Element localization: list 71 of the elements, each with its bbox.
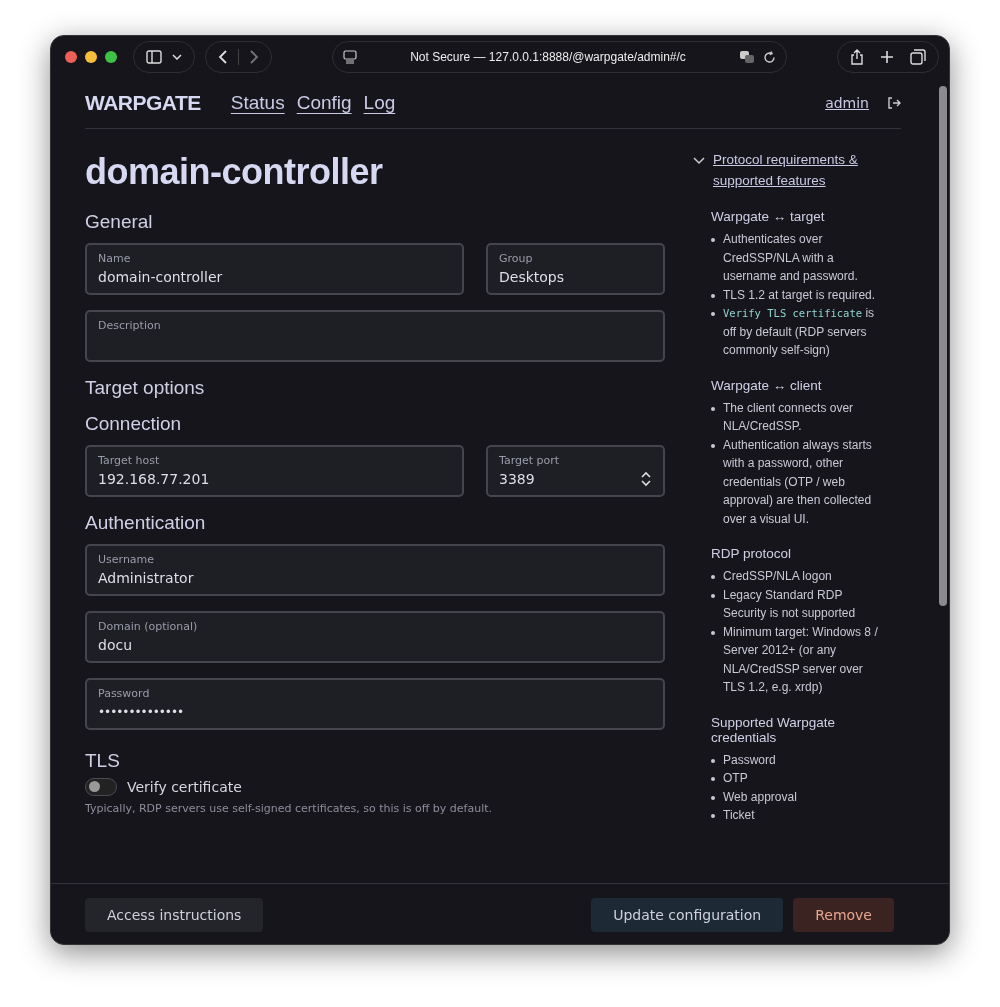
page-title: domain-controller — [85, 151, 384, 193]
bullet-icon — [711, 238, 715, 242]
group-heading: Supported Warpgate credentials — [711, 714, 837, 745]
nav-link[interactable]: Status — [230, 92, 285, 114]
list-item: Password — [723, 751, 776, 769]
tabs-icon[interactable] — [910, 49, 926, 65]
input-field[interactable]: Group Desktops — [486, 243, 665, 295]
logout-icon[interactable] — [887, 97, 901, 109]
input-field[interactable]: Target port 3389 — [486, 445, 665, 497]
reload-icon[interactable] — [763, 50, 776, 64]
bullet-icon — [711, 293, 715, 298]
list-item: OTP — [723, 770, 748, 787]
section-heading: General — [85, 211, 154, 233]
group-heading: Warpgate ↔ target — [711, 209, 826, 224]
group-heading: Warpgate ↔ client — [711, 377, 823, 393]
nav-link[interactable]: Config — [296, 92, 352, 114]
spinner-arrows-icon[interactable] — [640, 470, 652, 488]
bullet-icon — [711, 630, 715, 635]
action-button[interactable]: Access instructions — [85, 898, 264, 932]
list-item: TLS 1.2 at target is required. — [723, 286, 876, 304]
bullet-icon — [711, 575, 715, 579]
bullet-icon — [711, 406, 715, 411]
bullet-icon — [711, 777, 715, 781]
bullet-icon — [711, 443, 715, 448]
bullet-icon — [711, 814, 715, 818]
list-item: CredSSP/NLA logon — [723, 568, 832, 585]
toggle-switch[interactable] — [85, 778, 117, 796]
section-heading: Authentication — [85, 512, 207, 534]
bullet-icon — [711, 795, 715, 800]
section-heading: TLS — [85, 750, 121, 772]
translate-icon[interactable] — [739, 50, 755, 64]
toggle-label: Verify certificate — [127, 779, 242, 795]
back-icon[interactable] — [218, 50, 228, 64]
list-item: Legacy Standard RDP Security is not supported — [723, 586, 857, 622]
zoom-window-icon[interactable] — [105, 51, 117, 63]
plus-icon[interactable] — [880, 50, 894, 64]
input-field[interactable]: Username Administrator — [85, 544, 665, 596]
logo[interactable]: WARPGATE — [85, 91, 201, 115]
input-field[interactable]: Password •••••••••••••• — [85, 678, 665, 730]
action-button[interactable]: Update configuration — [591, 898, 784, 932]
sidebar-icon — [146, 50, 162, 64]
list-item: Verify TLS certificate is off by default (RDP servers commonly self-sign) — [723, 305, 876, 359]
input-field[interactable]: Name domain-controller — [85, 243, 464, 295]
list-item: Web approval — [723, 788, 797, 806]
share-icon[interactable] — [850, 49, 864, 65]
hint-text: Typically, RDP servers use self-signed certificates, so this is off by default. — [85, 802, 494, 815]
user-link[interactable]: admin — [825, 95, 869, 111]
bullet-icon — [711, 758, 715, 763]
caret-icon — [172, 54, 182, 60]
list-item: Ticket — [723, 807, 755, 824]
forward-icon[interactable] — [249, 50, 259, 64]
minimize-window-icon[interactable] — [85, 51, 97, 63]
section-heading: Target options — [85, 377, 206, 399]
page-icon — [343, 50, 357, 64]
action-button[interactable]: Remove — [793, 898, 894, 932]
bullet-icon — [711, 593, 715, 598]
scrollbar-thumb[interactable] — [939, 86, 947, 606]
input-field[interactable]: Target host 192.168.77.201 — [85, 445, 464, 497]
close-window-icon[interactable] — [65, 51, 77, 63]
list-item: Authentication always starts with a password, other credentials (OTP / web approval) are then collected over a visual UI. — [723, 436, 873, 528]
list-item: The client connects over NLA/CredSSP. — [723, 399, 855, 435]
nav-link[interactable]: Log — [363, 92, 396, 114]
section-heading: Connection — [85, 413, 183, 435]
list-item: Authenticates over CredSSP/NLA with a username and password. — [723, 231, 859, 285]
details-toggle-link[interactable]: Protocol requirements & supported features — [713, 149, 887, 191]
chevron-icon[interactable] — [693, 157, 705, 165]
group-heading: RDP protocol — [711, 546, 793, 561]
input-field[interactable]: Description — [85, 310, 665, 362]
bullet-icon — [711, 312, 715, 316]
input-field[interactable]: Domain (optional) docu — [85, 611, 665, 663]
list-item: Minimum target: Windows 8 / Server 2012+ (or any NLA/CredSSP server over TLS 1.2, e.g. xrdp) — [723, 623, 879, 696]
